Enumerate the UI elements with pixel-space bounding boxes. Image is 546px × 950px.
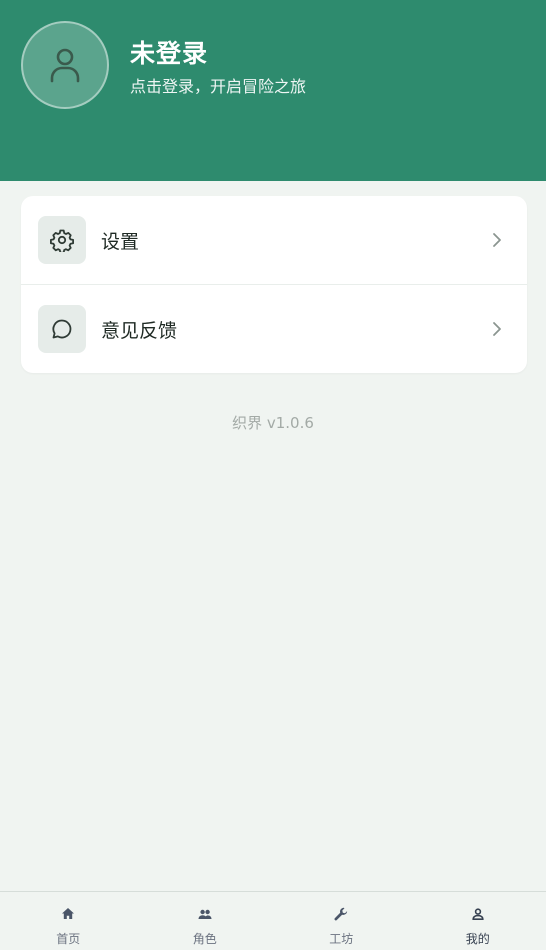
people-icon [198,909,212,919]
nav-tab-me[interactable]: 我的 [410,892,546,950]
nav-label-characters: 角色 [192,932,217,946]
nav-tab-workshop[interactable]: 工坊 [273,892,410,950]
app-version: 织界 v1.0.6 [232,414,314,432]
chat-bubble-icon-box [38,305,86,353]
nav-tab-characters[interactable]: 角色 [137,892,274,950]
person-icon [472,908,484,920]
gear-icon [50,229,74,252]
bottom-nav: 首页 角色 工坊 我的 [0,891,546,950]
wrench-icon [334,907,348,921]
profile-header[interactable]: 未登录 点击登录，开启冒险之旅 [0,0,546,181]
nav-label-home: 首页 [56,932,81,946]
home-icon [62,908,75,919]
profile-screen: 未登录 点击登录，开启冒险之旅 设置 意见反馈 织界 v1.0.6 首页 角色 … [0,0,546,950]
avatar[interactable] [21,21,109,109]
menu-item-feedback[interactable]: 意见反馈 [21,284,527,373]
login-status-title[interactable]: 未登录 [130,34,208,70]
menu-card: 设置 意见反馈 [21,196,527,373]
menu-label-feedback: 意见反馈 [101,319,178,342]
nav-tab-home[interactable]: 首页 [0,892,137,950]
login-prompt[interactable]: 点击登录，开启冒险之旅 [130,73,306,97]
chat-bubble-icon [52,319,72,339]
user-icon [50,48,80,83]
nav-label-workshop: 工坊 [329,932,354,946]
nav-label-me: 我的 [465,932,490,946]
chevron-right-icon [493,233,501,247]
chevron-right-icon [493,322,501,336]
gear-icon-box [38,216,86,264]
menu-item-settings[interactable]: 设置 [21,196,527,284]
menu-label-settings: 设置 [101,230,140,253]
